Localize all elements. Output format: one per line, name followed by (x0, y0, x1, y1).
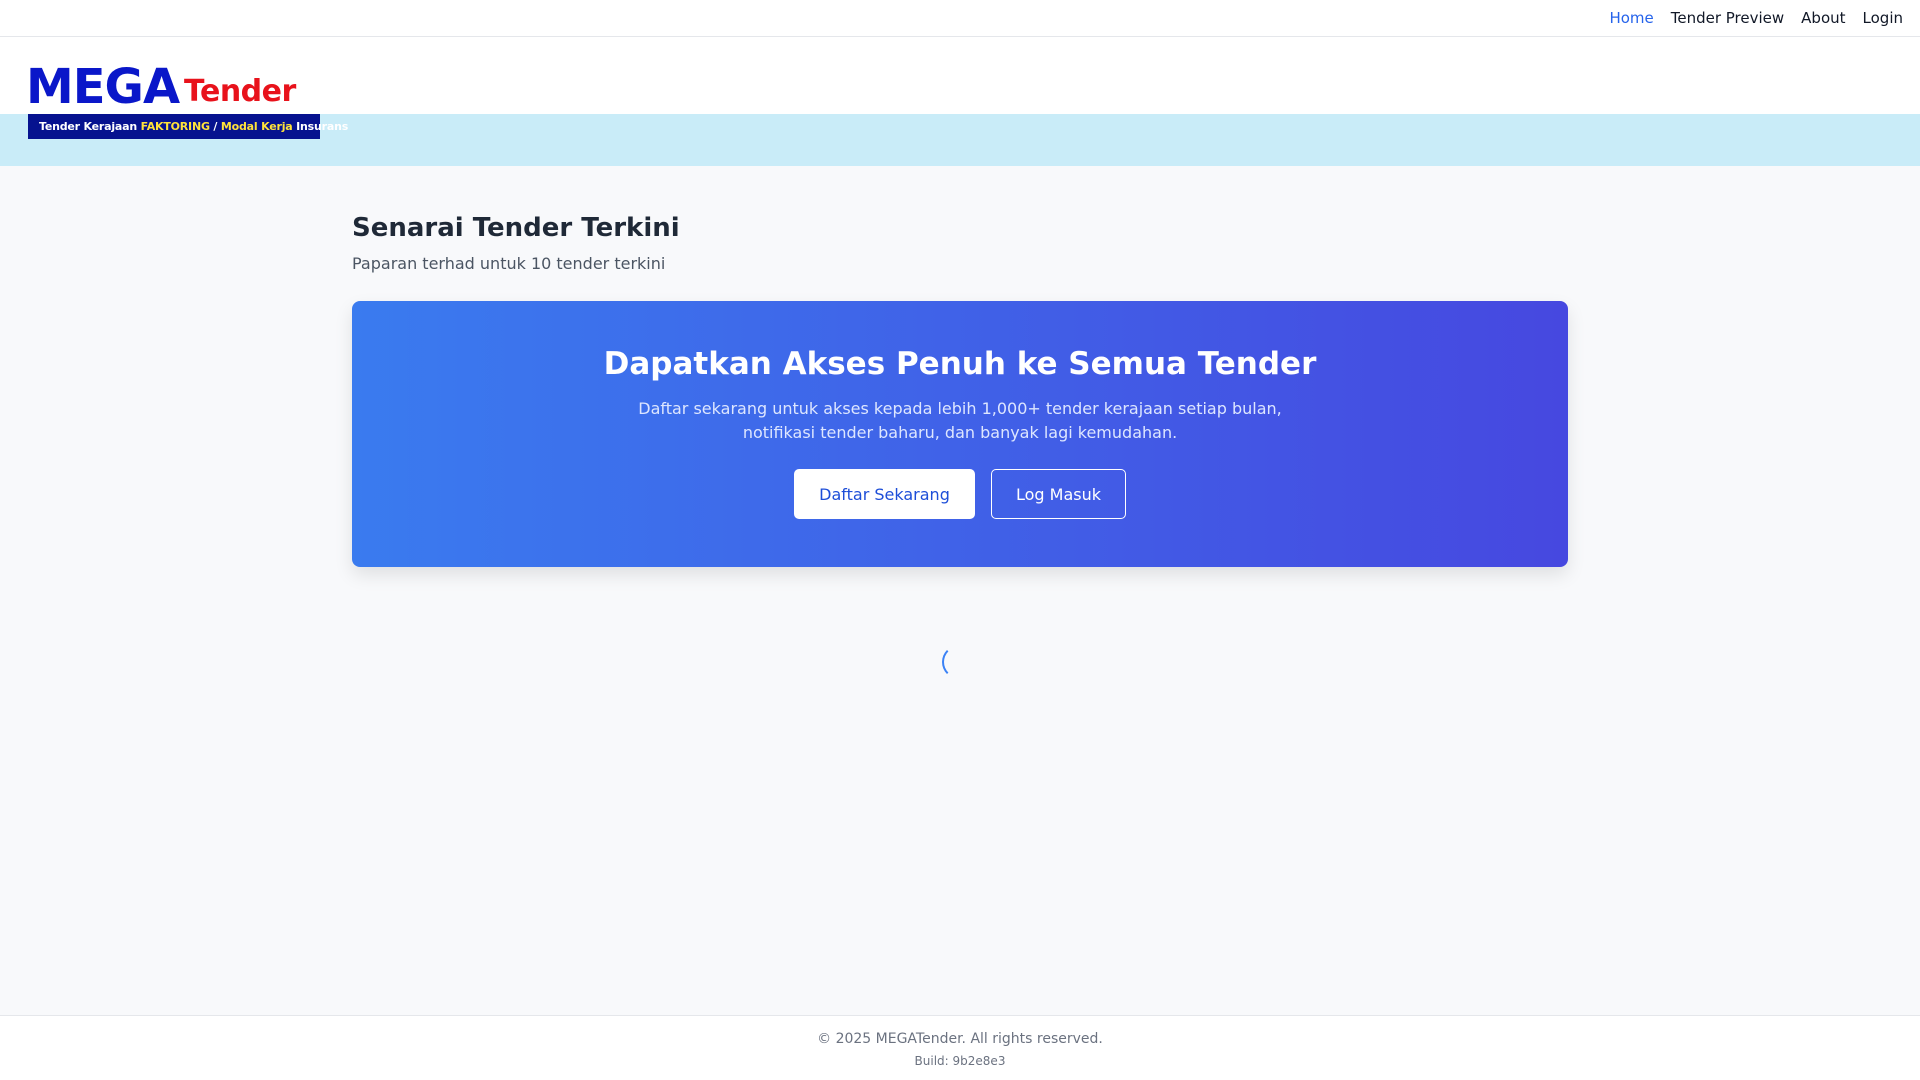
cta-buttons: Daftar Sekarang Log Masuk (352, 469, 1568, 519)
tagline-suffix: Insurans (292, 120, 349, 133)
footer: © 2025 MEGATender. All rights reserved. … (0, 1015, 1920, 1080)
logo-tagline: Tender Kerajaan FAKTORING / Modal Kerja … (28, 114, 348, 139)
nav-home-link[interactable]: Home (1609, 9, 1653, 27)
nav-login-link[interactable]: Login (1863, 9, 1903, 27)
logo-mega-text: MEGA (26, 59, 180, 115)
tagline-modal-kerja: Modal Kerja (220, 120, 293, 133)
cta-title: Dapatkan Akses Penuh ke Semua Tender (603, 346, 1317, 382)
cta-description: Daftar sekarang untuk akses kepada lebih… (638, 399, 1282, 442)
loading-spinner-icon (942, 645, 976, 679)
nav-tender-preview-link[interactable]: Tender Preview (1671, 9, 1784, 27)
top-navbar: Home Tender Preview About Login (0, 0, 1920, 37)
page-title: Senarai Tender Terkini (352, 213, 680, 243)
tagline-prefix: Tender Kerajaan (39, 120, 141, 133)
main-content: Senarai Tender Terkini Paparan terhad un… (0, 166, 1920, 1015)
tagline-separator: / (209, 120, 221, 133)
page: Home Tender Preview About Login MEGA Ten… (0, 0, 1920, 1080)
page-subtitle: Paparan terhad untuk 10 tender terkini (352, 254, 666, 273)
cta-banner: Dapatkan Akses Penuh ke Semua Tender Daf… (352, 301, 1568, 567)
footer-build: Build: 9b2e8e3 (914, 1054, 1006, 1068)
logo-tender-text: Tender (184, 74, 296, 109)
nav-about-link[interactable]: About (1801, 9, 1845, 27)
register-button[interactable]: Daftar Sekarang (794, 469, 975, 519)
nav-links: Home Tender Preview About Login (1609, 9, 1903, 27)
footer-copyright: © 2025 MEGATender. All rights reserved. (817, 1031, 1103, 1047)
tagline-factoring: FAKTORING (140, 120, 210, 133)
login-button[interactable]: Log Masuk (991, 469, 1126, 519)
megatender-logo[interactable]: MEGA Tender Tender Kerajaan FAKTORING / … (26, 59, 348, 142)
